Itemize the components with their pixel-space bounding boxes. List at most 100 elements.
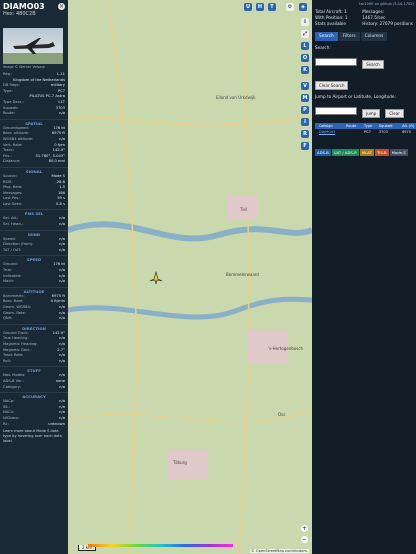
tab-columns[interactable]: Columns: [360, 32, 388, 41]
detail-value: n/a: [59, 384, 65, 389]
map-button-h[interactable]: H: [256, 3, 264, 11]
section-title: FMS SEL: [0, 209, 68, 216]
detail-row: TAT / OAT: n/a: [0, 248, 68, 254]
map-button-p[interactable]: P: [301, 106, 309, 114]
place-label: 's-Hertogenbosch: [268, 346, 304, 351]
detail-value: unknown: [48, 421, 65, 426]
aircraft-header: DIAMO03 Hex: 480C2B ×: [0, 0, 68, 28]
detail-value: n/a: [59, 279, 65, 284]
section-title: ACCURACY: [0, 392, 68, 399]
place-label: Eiland van Urkdwijk: [216, 95, 256, 100]
jump-label: Jump to Airport or Latitude, Longitude:: [315, 94, 396, 99]
close-icon[interactable]: ×: [58, 3, 65, 10]
detail-value: n/a: [59, 222, 65, 227]
detail-value: n/a: [59, 358, 65, 363]
map-button-o[interactable]: O: [301, 54, 309, 62]
panel-tabs: Search Filters Columns: [315, 32, 413, 41]
callsign: DIAMO03: [3, 2, 45, 11]
detail-label: Rc:: [3, 421, 9, 426]
detail-row: Mach: n/a: [0, 279, 68, 285]
detail-label: Distance:: [3, 159, 21, 164]
detail-row: Distance: 80.0 nmi: [0, 159, 68, 165]
detail-value: n/a: [59, 247, 65, 252]
search-label: Search:: [315, 45, 331, 50]
detail-value: n/a: [59, 111, 65, 116]
source-badge: UAT / ADS-R: [331, 149, 359, 156]
aircraft-info-panel: DIAMO03 Hex: 480C2B × Image © Werner Vel…: [0, 0, 69, 554]
map-side-buttons: i ⤢ L O K V M P I R F: [301, 18, 309, 154]
map-button-m[interactable]: M: [301, 94, 309, 102]
section-title: STUFF: [0, 366, 68, 373]
detail-label: QNH:: [3, 316, 13, 321]
zoom-out-button[interactable]: −: [301, 536, 308, 543]
place-label: Tiel: [240, 207, 248, 212]
map-view[interactable]: Eiland van Urkdwijk Tiel Bommelerwaard '…: [68, 0, 312, 554]
aircraft-table: CallsignRouteTypeSquawkAlt. (ft)Spd DIAM…: [315, 123, 416, 135]
map-button-l[interactable]: L: [301, 42, 309, 50]
fullscreen-icon[interactable]: ⤢: [301, 30, 309, 38]
plane-photo-icon: [3, 38, 63, 64]
clear-search-button[interactable]: Clear Search: [315, 81, 349, 90]
info-icon[interactable]: i: [301, 18, 309, 26]
detail-label: Last Seen:: [3, 201, 23, 206]
stats-available[interactable]: Stats available: [315, 21, 348, 27]
attribution[interactable]: © OpenStreetMap contributors.: [250, 549, 309, 553]
detail-label: Sel. Head.:: [3, 222, 24, 227]
place-label: Tilburg: [173, 460, 187, 465]
section-title: DIRECTION: [0, 323, 68, 331]
map-button-r[interactable]: R: [301, 130, 309, 138]
source-badge: MLAT: [359, 149, 374, 156]
detail-row: Sel. Head.: n/a: [0, 222, 68, 228]
image-credit: Image © Werner Velsaqt: [3, 65, 45, 69]
layers-icon[interactable]: ◈: [299, 3, 307, 11]
detail-label: TAT / OAT:: [3, 247, 22, 252]
jump-input[interactable]: [315, 107, 357, 115]
altitude-legend: [88, 544, 233, 547]
place-label: Bommelerwaard: [226, 272, 259, 277]
map-button-k[interactable]: K: [301, 66, 309, 74]
detail-value: n/a: [59, 316, 65, 321]
detail-row: QNH: n/a: [0, 316, 68, 322]
settings-icon[interactable]: ⚙: [286, 3, 294, 11]
detail-row: Category: n/a: [0, 385, 68, 391]
source-badge: Mode-S: [389, 149, 408, 156]
hex-id: Hex: 480C2B: [3, 11, 36, 17]
place-label: Oss: [278, 412, 286, 417]
aircraft-details: Reg.: L-11 Kingdom of the Netherlands DB fl…: [0, 72, 68, 117]
sidebar: tar1090 on github (3.14.1702) Total Airc…: [312, 0, 416, 554]
section-title: SIGNAL: [0, 166, 68, 174]
detail-row: Last Seen: 0.8 s: [0, 202, 68, 208]
section-title: WIND: [0, 229, 68, 237]
detail-label: Roll:: [3, 358, 11, 363]
detail-value: 80.0 nmi: [48, 159, 65, 164]
section-title: SPATIAL: [0, 118, 68, 126]
map-button-v[interactable]: V: [301, 82, 309, 90]
learn-more: Learn more about Mode S data type by hov…: [3, 429, 62, 444]
jump-button[interactable]: Jump: [362, 109, 381, 118]
search-input[interactable]: [315, 58, 357, 66]
clear-jump-button[interactable]: Clear: [385, 109, 404, 118]
section-title: ALTITUDE: [0, 286, 68, 294]
map-button-f[interactable]: F: [301, 142, 309, 150]
detail-label: Category:: [3, 384, 21, 389]
detail-label: Route:: [3, 111, 15, 116]
map-button-i[interactable]: I: [301, 118, 309, 126]
map-button-u[interactable]: U: [244, 3, 252, 11]
map-button-t[interactable]: T: [268, 3, 276, 11]
detail-label: Mach:: [3, 279, 15, 284]
source-badge: TIS-B: [374, 149, 389, 156]
zoom-in-button[interactable]: +: [301, 525, 308, 532]
aircraft-sections: SPATIAL Groundspeed: 176 kt Baro. altitude:…: [0, 118, 68, 427]
search-button[interactable]: Search: [362, 60, 384, 69]
section-title: SPEED: [0, 255, 68, 262]
source-badge: ADS-B: [315, 149, 331, 156]
detail-row: Roll: n/a: [0, 359, 68, 365]
detail-label: Type:: [3, 88, 13, 93]
map-canvas[interactable]: [68, 0, 312, 554]
detail-label: Reg.:: [3, 72, 13, 76]
detail-row: Route: n/a: [0, 111, 68, 117]
tab-filters[interactable]: Filters: [338, 32, 360, 41]
tab-search[interactable]: Search: [315, 32, 338, 41]
version-link[interactable]: tar1090 on github (3.14.1702): [312, 0, 416, 7]
source-badges: ADS-B UAT / ADS-R MLAT TIS-B Mode-S: [312, 135, 416, 162]
